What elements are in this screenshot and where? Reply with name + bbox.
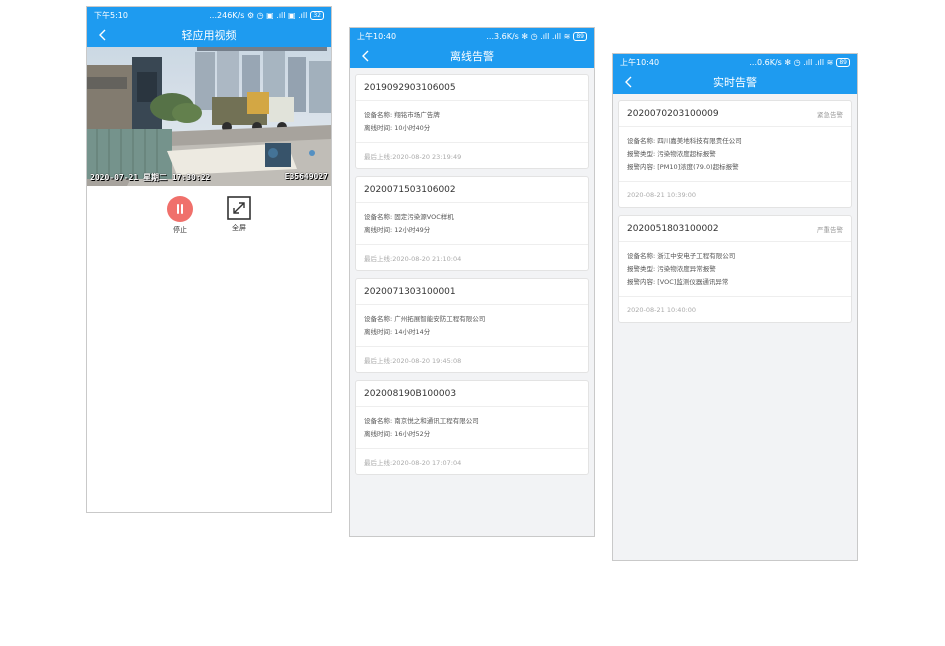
device-name: 设备名称: 翔铭市场广告牌 (364, 111, 440, 119)
realtime-alarm-card[interactable]: 2020051803100002 严重告警 设备名称: 浙江中安电子工程有限公司… (618, 215, 852, 323)
last-online: 最后上线:2020-08-20 23:19:49 (364, 152, 462, 161)
device-name: 设备名称: 固定污染源VOC样机 (364, 213, 454, 221)
video-screen: 下午5:10 ...246K/s ⚙ ◷ ▣ .ıll ▣ .ıll 32 轻应用… (86, 6, 332, 513)
device-name: 设备名称: 四川嘉美地科技有限责任公司 (627, 137, 742, 145)
status-icons: ...246K/s ⚙ ◷ ▣ .ıll ▣ .ıll (209, 10, 308, 20)
device-id: 2020071503106002 (364, 184, 456, 195)
status-bar: 上午10:40 ...0.6K/s ✻ ◷ .ıll .ıll ≋ 89 (613, 54, 857, 70)
offline-alarm-card[interactable]: 2020071303100001 设备名称: 广州拓展智能安防工程有限公司 离线… (355, 278, 589, 373)
nav-bar: 实时告警 (613, 70, 857, 94)
alarm-level-badge: 紧急告警 (817, 110, 843, 119)
device-id: 2020051803100002 (627, 223, 719, 234)
fullscreen-label: 全屏 (232, 224, 246, 232)
alarm-time: 2020-08-21 10:40:00 (627, 305, 697, 314)
osd-timestamp: 2020-07-21 星期二 17:30:22 (90, 173, 211, 182)
last-online: 最后上线:2020-08-20 17:07:04 (364, 458, 462, 467)
offline-duration: 离线时间: 12小时49分 (364, 226, 431, 234)
device-name: 设备名称: 广州拓展智能安防工程有限公司 (364, 315, 486, 323)
device-id: 2020071303100001 (364, 286, 456, 297)
status-time: 上午10:40 (620, 57, 660, 67)
realtime-alarm-list: 2020070203100009 紧急告警 设备名称: 四川嘉美地科技有限责任公… (613, 94, 857, 323)
alarm-level-badge: 严重告警 (817, 225, 843, 234)
realtime-alarm-screen: 上午10:40 ...0.6K/s ✻ ◷ .ıll .ıll ≋ 89 实时告警… (612, 53, 858, 561)
alarm-time: 2020-08-21 10:39:00 (627, 190, 697, 199)
alarm-type: 报警类型: 污染物浓度超标报警 (627, 150, 716, 158)
nav-bar: 轻应用视频 (87, 23, 331, 47)
alarm-type: 报警类型: 污染物浓度异常报警 (627, 265, 716, 273)
offline-alarm-card[interactable]: 2020071503106002 设备名称: 固定污染源VOC样机 离线时间: … (355, 176, 589, 271)
status-time: 下午5:10 (94, 10, 128, 20)
back-arrow-icon[interactable] (359, 49, 373, 63)
offline-alarm-screen: 上午10:40 ...3.6K/s ✻ ◷ .ıll .ıll ≋ 89 离线告警… (349, 27, 595, 537)
battery-icon: 89 (573, 31, 587, 41)
fullscreen-icon[interactable] (227, 196, 251, 220)
video-frame (87, 47, 331, 186)
status-icons: ...0.6K/s ✻ ◷ .ıll .ıll ≋ (749, 57, 834, 67)
device-id: 2019092903106005 (364, 82, 456, 93)
status-icons: ...3.6K/s ✻ ◷ .ıll .ıll ≋ (486, 31, 571, 41)
status-bar: 上午10:40 ...3.6K/s ✻ ◷ .ıll .ıll ≋ 89 (350, 28, 594, 44)
device-id: 202008190B100003 (364, 388, 457, 399)
offline-alarm-card[interactable]: 2019092903106005 设备名称: 翔铭市场广告牌 离线时间: 10小… (355, 74, 589, 169)
video-player[interactable]: 2020-07-21 星期二 17:30:22 E35649027 (87, 47, 331, 186)
status-bar: 下午5:10 ...246K/s ⚙ ◷ ▣ .ıll ▣ .ıll 32 (87, 7, 331, 23)
video-osd: 2020-07-21 星期二 17:30:22 E35649027 (87, 172, 331, 183)
page-title: 实时告警 (713, 76, 757, 89)
back-arrow-icon[interactable] (622, 75, 636, 89)
back-arrow-icon[interactable] (96, 28, 110, 42)
realtime-header: 上午10:40 ...0.6K/s ✻ ◷ .ıll .ıll ≋ 89 实时告警 (613, 54, 857, 94)
video-header: 下午5:10 ...246K/s ⚙ ◷ ▣ .ıll ▣ .ıll 32 轻应用… (87, 7, 331, 47)
alarm-content: 报警内容: [VOC]监测仪器通讯异常 (627, 278, 729, 286)
device-name: 设备名称: 南京悦之和通讯工程有限公司 (364, 417, 479, 425)
osd-camera-id: E35649027 (284, 172, 328, 181)
page-title: 离线告警 (450, 50, 494, 63)
status-time: 上午10:40 (357, 31, 397, 41)
alarm-content: 报警内容: [PM10]浓度(79.0)超标报警 (627, 163, 739, 171)
nav-bar: 离线告警 (350, 44, 594, 68)
device-id: 2020070203100009 (627, 108, 719, 119)
offline-alarm-list: 2019092903106005 设备名称: 翔铭市场广告牌 离线时间: 10小… (350, 68, 594, 475)
offline-duration: 离线时间: 16小时52分 (364, 430, 431, 438)
stop-button[interactable]: 停止 (167, 196, 193, 235)
battery-icon: 32 (310, 10, 324, 20)
offline-duration: 离线时间: 10小时40分 (364, 124, 431, 132)
offline-duration: 离线时间: 14小时14分 (364, 328, 431, 336)
last-online: 最后上线:2020-08-20 19:45:08 (364, 356, 462, 365)
last-online: 最后上线:2020-08-20 21:10:04 (364, 254, 462, 263)
battery-icon: 89 (836, 57, 850, 67)
realtime-alarm-card[interactable]: 2020070203100009 紧急告警 设备名称: 四川嘉美地科技有限责任公… (618, 100, 852, 208)
page-title: 轻应用视频 (181, 29, 237, 42)
offline-header: 上午10:40 ...3.6K/s ✻ ◷ .ıll .ıll ≋ 89 离线告警 (350, 28, 594, 68)
offline-alarm-card[interactable]: 202008190B100003 设备名称: 南京悦之和通讯工程有限公司 离线时… (355, 380, 589, 475)
video-controls: 停止 全屏 (87, 196, 331, 235)
stop-label: 停止 (173, 226, 187, 234)
fullscreen-button[interactable]: 全屏 (227, 196, 251, 235)
pause-icon[interactable] (167, 196, 193, 222)
device-name: 设备名称: 浙江中安电子工程有限公司 (627, 252, 736, 260)
